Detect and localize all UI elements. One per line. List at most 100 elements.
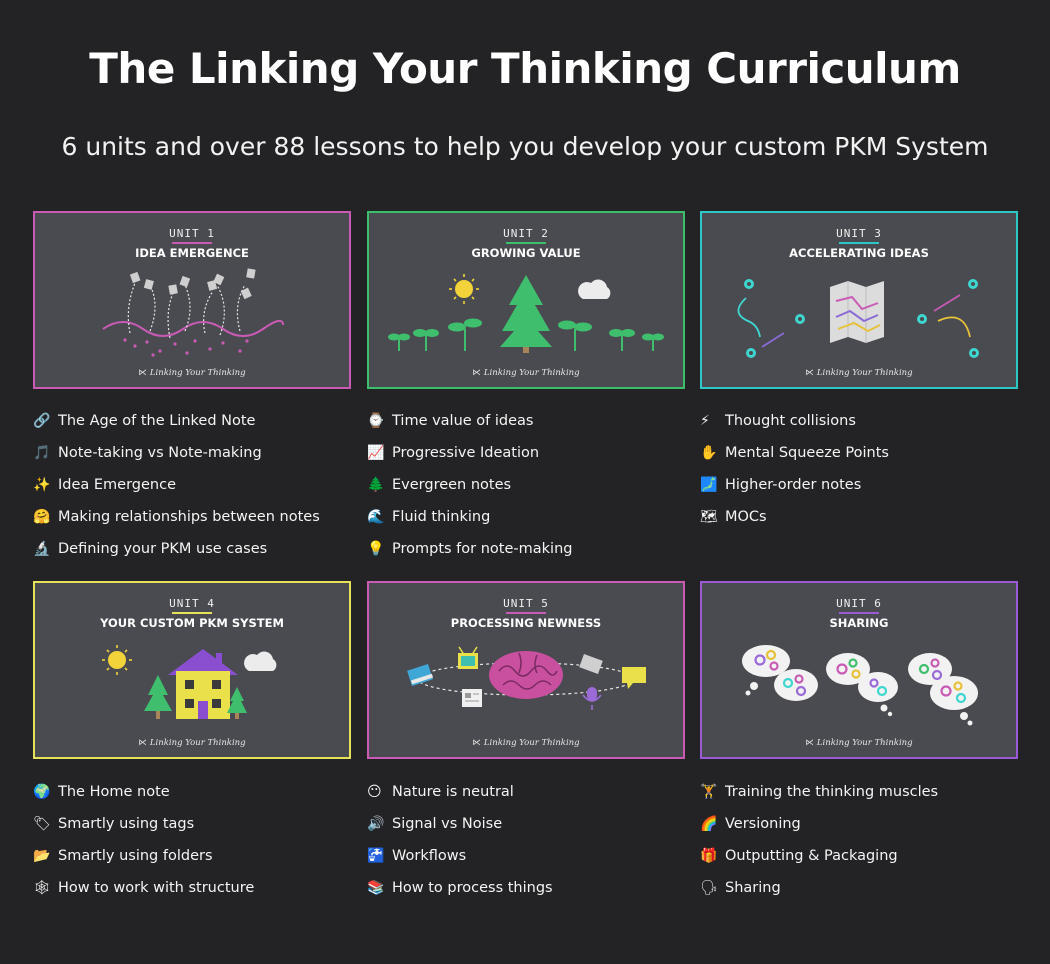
lesson-item[interactable]: ⚡ Thought collisions <box>700 405 1020 437</box>
lyt-logo-icon: ⋉ <box>138 738 147 748</box>
brand-label: ⋉ Linking Your Thinking <box>472 368 580 378</box>
lesson-item[interactable]: 🎁 Outputting & Packaging <box>700 840 1020 872</box>
unit-3-lessons: ⚡ Thought collisions ✋ Mental Squeeze Point… <box>700 405 1020 533</box>
lesson-item[interactable]: 🔗 The Age of the Linked Note <box>33 405 353 437</box>
unit-number: UNIT 3 <box>836 227 882 240</box>
lesson-emoji-icon: 🎁 <box>700 848 718 864</box>
lesson-label: Fluid thinking <box>392 509 491 525</box>
lesson-emoji-icon: 📂 <box>33 848 51 864</box>
speech-bubble-icon <box>622 667 646 689</box>
lesson-item[interactable]: 🗺 MOCs <box>700 501 1020 533</box>
unit-6-lessons: 🏋 Training the thinking muscles 🌈 Versionin… <box>700 776 1020 904</box>
lesson-emoji-icon: 🎵 <box>33 445 51 461</box>
lesson-item[interactable]: ⌚ Time value of ideas <box>367 405 687 437</box>
lesson-emoji-icon: 😶 <box>367 784 382 800</box>
sun-icon <box>102 645 132 675</box>
lyt-logo-icon: ⋉ <box>472 738 481 748</box>
brand-label: ⋉ Linking Your Thinking <box>138 738 246 748</box>
evergreen-tree-icon <box>500 275 552 353</box>
unit-name: ACCELERATING IDEAS <box>789 246 929 260</box>
unit-number: UNIT 4 <box>169 597 215 610</box>
lesson-item[interactable]: 📚 How to process things <box>367 872 687 904</box>
lesson-item[interactable]: 🏷 Smartly using tags <box>33 808 353 840</box>
lesson-item[interactable]: 🎵 Note-taking vs Note-making <box>33 437 353 469</box>
unit-5-card[interactable]: UNIT 5 PROCESSING NEWNESS ⋉ Linking Your … <box>367 581 685 759</box>
lesson-label: Sharing <box>725 880 781 896</box>
unit-3-card[interactable]: UNIT 3 ACCELERATING IDEAS ⋉ Linking Your … <box>700 211 1018 389</box>
lesson-item[interactable]: 📂 Smartly using folders <box>33 840 353 872</box>
lesson-emoji-icon: 🔊 <box>367 816 385 832</box>
lesson-emoji-icon: 🌊 <box>367 509 385 525</box>
lesson-label: Nature is neutral <box>392 784 514 800</box>
lesson-item[interactable]: 🌍 The Home note <box>33 776 353 808</box>
lesson-emoji-icon: 💡 <box>367 541 385 557</box>
lesson-emoji-icon: 🗾 <box>700 477 718 493</box>
page-subtitle: 6 units and over 88 lessons to help you … <box>61 132 989 161</box>
book-icon <box>407 663 434 687</box>
lesson-item[interactable]: 🏋 Training the thinking muscles <box>700 776 1020 808</box>
lesson-label: The Age of the Linked Note <box>58 413 256 429</box>
lesson-label: Higher-order notes <box>725 477 862 493</box>
lesson-emoji-icon: ✋ <box>700 445 718 461</box>
lesson-item[interactable]: 🕸 How to work with structure <box>33 872 353 904</box>
lesson-item[interactable]: 🌊 Fluid thinking <box>367 501 687 533</box>
lesson-label: How to work with structure <box>58 880 255 896</box>
unit-2-lessons: ⌚ Time value of ideas 📈 Progressive Ideatio… <box>367 405 687 565</box>
lesson-item[interactable]: 🔊 Signal vs Noise <box>367 808 687 840</box>
lesson-label: Smartly using tags <box>58 816 195 832</box>
lesson-item[interactable]: 🗣 Sharing <box>700 872 1020 904</box>
lesson-item[interactable]: 🚰 Workflows <box>367 840 687 872</box>
lesson-item[interactable]: 🗾 Higher-order notes <box>700 469 1020 501</box>
lesson-emoji-icon: ⚡ <box>700 413 710 429</box>
lesson-item[interactable]: 📈 Progressive Ideation <box>367 437 687 469</box>
lesson-item[interactable]: 🌈 Versioning <box>700 808 1020 840</box>
lesson-emoji-icon: 🌲 <box>367 477 385 493</box>
brain-icon <box>489 651 563 699</box>
unit-1-lessons: 🔗 The Age of the Linked Note 🎵 Note-taking … <box>33 405 353 565</box>
unit-underline <box>839 242 879 244</box>
lesson-emoji-icon: 📚 <box>367 880 385 896</box>
lyt-logo-icon: ⋉ <box>805 368 814 378</box>
lesson-label: Outputting & Packaging <box>725 848 898 864</box>
unit-4-card[interactable]: UNIT 4 YOUR CUSTOM PKM SYSTEM ⋉ Linking Y… <box>33 581 351 759</box>
page-title: The Linking Your Thinking Curriculum <box>89 44 961 93</box>
lesson-item[interactable]: 😶 Nature is neutral <box>367 776 687 808</box>
unit-underline <box>506 242 546 244</box>
unit-name: IDEA EMERGENCE <box>135 246 249 260</box>
cloud-icon <box>244 651 277 671</box>
lesson-label: The Home note <box>58 784 170 800</box>
lesson-label: Training the thinking muscles <box>725 784 939 800</box>
unit-underline <box>839 612 879 614</box>
lesson-label: How to process things <box>392 880 553 896</box>
lesson-label: Time value of ideas <box>392 413 534 429</box>
lesson-label: MOCs <box>725 509 767 525</box>
lesson-emoji-icon: 🗣 <box>700 880 718 896</box>
lesson-item[interactable]: 🤗 Making relationships between notes <box>33 501 353 533</box>
lesson-label: Mental Squeeze Points <box>725 445 889 461</box>
lesson-emoji-icon: 🌈 <box>700 816 718 832</box>
unit-underline <box>172 242 212 244</box>
lesson-label: Making relationships between notes <box>58 509 320 525</box>
unit-6-card[interactable]: UNIT 6 SHARING ⋉ Linking Your Thinking <box>700 581 1018 759</box>
lesson-label: Prompts for note-making <box>392 541 573 557</box>
lesson-label: Evergreen notes <box>392 477 512 493</box>
lyt-logo-icon: ⋉ <box>805 738 814 748</box>
lesson-emoji-icon: ✨ <box>33 477 51 493</box>
lesson-item[interactable]: 🌲 Evergreen notes <box>367 469 687 501</box>
unit-5-lessons: 😶 Nature is neutral 🔊 Signal vs Noise 🚰 Workf… <box>367 776 687 904</box>
tv-icon <box>458 646 478 669</box>
lesson-item[interactable]: 🔬 Defining your PKM use cases <box>33 533 353 565</box>
lesson-label: Signal vs Noise <box>392 816 503 832</box>
lesson-emoji-icon: 🔗 <box>33 413 51 429</box>
lesson-item[interactable]: 💡 Prompts for note-making <box>367 533 687 565</box>
lesson-label: Workflows <box>392 848 467 864</box>
sun-icon <box>449 274 479 304</box>
lesson-label: Note-taking vs Note-making <box>58 445 262 461</box>
unit-name: SHARING <box>829 616 889 630</box>
lesson-item[interactable]: ✋ Mental Squeeze Points <box>700 437 1020 469</box>
newspaper-icon <box>462 689 482 707</box>
unit-1-card[interactable]: UNIT 1 IDEA EMERGENCE ⋉ Linking Your Thin… <box>33 211 351 389</box>
lesson-item[interactable]: ✨ Idea Emergence <box>33 469 353 501</box>
unit-name: GROWING VALUE <box>471 246 581 260</box>
unit-2-card[interactable]: UNIT 2 GROWING VALUE ⋉ Linking Your Think… <box>367 211 685 389</box>
